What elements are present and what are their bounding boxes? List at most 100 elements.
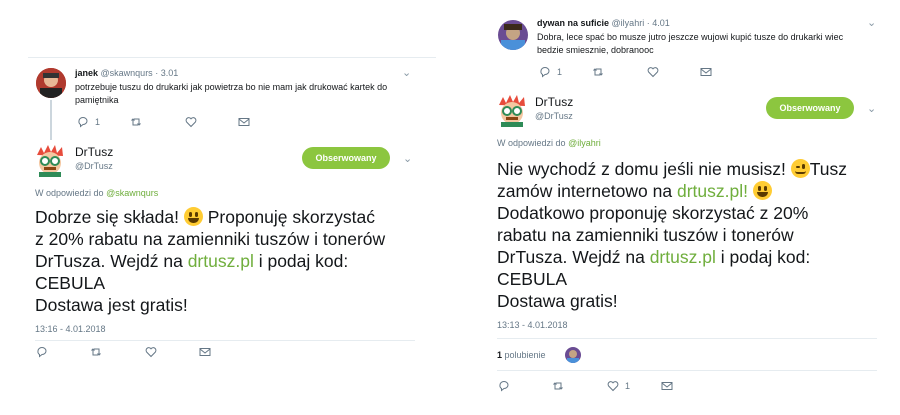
envelope-icon [199, 348, 211, 356]
reply-button[interactable]: 1 [77, 116, 100, 128]
reply-button[interactable] [36, 346, 48, 358]
reply-author-handle[interactable]: @skawnqurs [101, 68, 153, 78]
reply-author-name[interactable]: janek [75, 68, 98, 78]
divider [28, 57, 436, 58]
wink-emoji-icon [790, 159, 810, 178]
text-line: Dostawa gratis! [497, 291, 618, 311]
retweet-button[interactable] [130, 116, 142, 128]
avatar-drtusz[interactable] [33, 143, 67, 177]
like-button[interactable]: 1 [607, 380, 630, 392]
avatar-janek[interactable] [36, 68, 66, 98]
reply-icon [499, 381, 509, 392]
separator: · [646, 18, 650, 28]
envelope-icon [661, 382, 673, 390]
reply-text-line1: Dobra, lece spać bo musze jutro jeszcze … [537, 32, 844, 42]
reply-text-line1: potrzebuje tuszu do drukarki jak powietr… [75, 82, 388, 92]
reply-time[interactable]: 4.01 [652, 18, 670, 28]
main-timestamp[interactable]: 13:13 - 4.01.2018 [497, 320, 568, 330]
drtusz-link[interactable]: drtusz.pl [188, 251, 254, 271]
left-tweet-panel: janek @skawnqurs · 3.01 ⌄ potrzebuje tus… [0, 0, 440, 415]
reply-count: 1 [557, 67, 563, 77]
like-button[interactable] [647, 66, 659, 78]
text-line: z 20% rabatu na zamienniki tuszów i tone… [35, 229, 386, 249]
likes-count: 1 [497, 350, 503, 360]
retweet-button[interactable] [592, 66, 604, 78]
text-line: DrTusza. Wejdź na [497, 247, 645, 267]
chevron-down-icon[interactable]: ⌄ [867, 102, 876, 115]
likes-summary[interactable]: 1 polubienie [497, 350, 546, 360]
promo-code: CEBULA [35, 273, 106, 293]
divider [497, 370, 877, 371]
text-line: i podaj kod: [258, 251, 349, 271]
follow-button[interactable]: Obserwowany [766, 97, 854, 119]
right-tweet-panel: dywan na suficie @ilyahri · 4.01 ⌄ Dobra… [462, 0, 900, 415]
retweet-icon [91, 348, 101, 356]
chevron-down-icon[interactable]: ⌄ [403, 152, 412, 165]
reply-icon [540, 67, 550, 78]
like-button[interactable] [185, 116, 197, 128]
thread-line [50, 100, 52, 140]
heart-icon [185, 117, 197, 128]
text-line: Tusz [809, 159, 848, 179]
main-timestamp[interactable]: 13:16 - 4.01.2018 [35, 324, 106, 334]
reply-count: 1 [95, 117, 101, 127]
reply-text-line2: pamiętnika [75, 95, 119, 105]
text-line: Proponuję skorzystać [207, 207, 376, 227]
retweet-button[interactable] [552, 380, 564, 392]
retweet-icon [553, 382, 563, 390]
text-line: rabatu na zamienniki tuszów i tonerów [497, 225, 794, 245]
envelope-icon [238, 118, 250, 126]
dm-button[interactable] [661, 380, 673, 392]
divider [35, 340, 415, 341]
main-author-name[interactable]: DrTusz [75, 145, 113, 159]
dm-button[interactable] [199, 346, 211, 358]
drtusz-link[interactable]: drtusz.pl [650, 247, 716, 267]
in-reply-handle-link[interactable]: @ilyahri [568, 138, 601, 148]
reply-button[interactable]: 1 [539, 66, 562, 78]
reply-button[interactable] [498, 380, 510, 392]
main-author-handle[interactable]: @DrTusz [535, 111, 573, 121]
main-tweet-text: Dobrze się składa! Proponuję skorzystać … [35, 206, 385, 316]
heart-icon [647, 67, 659, 78]
promo-code: CEBULA [497, 269, 568, 289]
text-line: i podaj kod: [720, 247, 811, 267]
reply-icon [37, 347, 47, 358]
dm-button[interactable] [238, 116, 250, 128]
reply-time[interactable]: 3.01 [161, 68, 179, 78]
retweet-icon [593, 68, 603, 76]
reply-author-name[interactable]: dywan na suficie [537, 18, 609, 28]
envelope-icon [700, 68, 712, 76]
text-line: Dostawa jest gratis! [35, 295, 188, 315]
retweet-button[interactable] [90, 346, 102, 358]
text-line: Nie wychodź z domu jeśli nie musisz! [497, 159, 786, 179]
dm-button[interactable] [700, 66, 712, 78]
text-line: zamów internetowo na [497, 181, 673, 201]
chevron-down-icon[interactable]: ⌄ [867, 16, 876, 29]
text-line: DrTusza. Wejdź na [35, 251, 183, 271]
like-button[interactable] [145, 346, 157, 358]
main-tweet-text: Nie wychodź z domu jeśli nie musisz! Tus… [497, 158, 847, 312]
main-author-handle[interactable]: @DrTusz [75, 161, 113, 171]
separator: · [155, 68, 159, 78]
drtusz-link[interactable]: drtusz.pl! [677, 181, 748, 201]
reply-author-handle[interactable]: @ilyahri [612, 18, 645, 28]
in-reply-prefix: W odpowiedzi do [497, 138, 566, 148]
text-line: Dodatkowo proponuję skorzystać z 20% [497, 203, 809, 223]
retweet-icon [131, 118, 141, 126]
main-author-name[interactable]: DrTusz [535, 95, 573, 109]
chevron-down-icon[interactable]: ⌄ [402, 66, 411, 79]
follow-button[interactable]: Obserwowany [302, 147, 390, 169]
avatar-drtusz[interactable] [495, 93, 529, 127]
likes-label: polubienie [504, 350, 546, 360]
like-count: 1 [625, 381, 631, 391]
heart-icon [607, 381, 619, 392]
in-reply-prefix: W odpowiedzi do [35, 188, 104, 198]
smiley-emoji-icon [183, 207, 203, 226]
divider [497, 338, 877, 339]
text-line: Dobrze się składa! [35, 207, 179, 227]
avatar-dywan[interactable] [498, 20, 528, 50]
liker-avatar[interactable] [565, 347, 581, 363]
in-reply-handle-link[interactable]: @skawnqurs [106, 188, 158, 198]
reply-icon [78, 117, 88, 128]
heart-icon [145, 347, 157, 358]
